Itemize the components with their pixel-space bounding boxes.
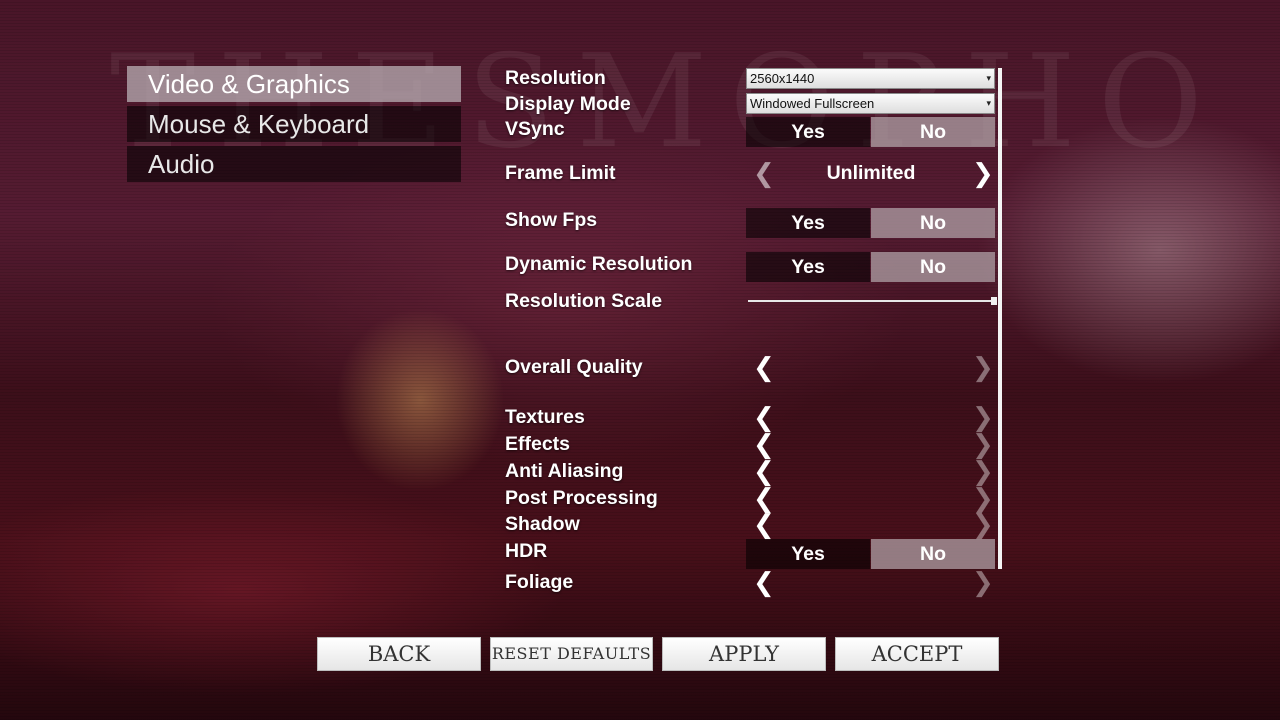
menu-item-mouse-keyboard[interactable]: Mouse & Keyboard [127,106,461,142]
dynamic-resolution-no-button[interactable]: No [871,252,995,282]
foliage-left-arrow-icon[interactable]: ❮ [753,570,775,596]
hdr-yes-button[interactable]: Yes [746,539,870,569]
apply-button[interactable]: APPLY [662,637,826,671]
show-fps-no-button[interactable]: No [871,208,995,238]
caret-down-icon: ▾ [986,73,991,83]
back-button[interactable]: BACK [317,637,481,671]
vsync-toggle: Yes No [746,117,995,147]
hdr-toggle: Yes No [746,539,995,569]
show-fps-toggle: Yes No [746,208,995,238]
foliage-label: Foliage [505,571,574,593]
caret-down-icon: ▾ [986,98,991,108]
dynamic-resolution-yes-button[interactable]: Yes [746,252,870,282]
menu-item-video-graphics[interactable]: Video & Graphics [127,66,461,102]
frame-limit-right-arrow-icon[interactable]: ❯ [972,161,994,187]
display-mode-label: Display Mode [505,93,631,115]
dynamic-resolution-label: Dynamic Resolution [505,253,693,275]
hdr-no-button[interactable]: No [871,539,995,569]
resolution-value: 2560x1440 [750,71,815,86]
vsync-label: VSync [505,118,565,140]
foliage-right-arrow-icon[interactable]: ❯ [972,570,994,596]
menu-item-audio[interactable]: Audio [127,146,461,182]
shadow-left-arrow-icon[interactable]: ❮ [753,512,775,538]
resolution-label: Resolution [505,67,606,89]
show-fps-yes-button[interactable]: Yes [746,208,870,238]
vsync-yes-button[interactable]: Yes [746,117,870,147]
effects-right-arrow-icon[interactable]: ❯ [972,432,994,458]
reset-defaults-button[interactable]: RESET DEFAULTS [490,637,653,671]
overall-quality-label: Overall Quality [505,356,643,378]
post-processing-label: Post Processing [505,487,658,509]
frame-limit-value: Unlimited [826,162,916,184]
accept-button[interactable]: ACCEPT [835,637,999,671]
effects-left-arrow-icon[interactable]: ❮ [753,432,775,458]
anti-aliasing-right-arrow-icon[interactable]: ❯ [972,459,994,485]
textures-left-arrow-icon[interactable]: ❮ [753,405,775,431]
display-mode-value: Windowed Fullscreen [750,96,875,111]
resolution-dropdown[interactable]: 2560x1440 ▾ [746,68,995,89]
vsync-no-button[interactable]: No [871,117,995,147]
anti-aliasing-label: Anti Aliasing [505,460,624,482]
frame-limit-left-arrow-icon[interactable]: ❮ [753,161,775,187]
show-fps-label: Show Fps [505,209,598,231]
overall-quality-left-arrow-icon[interactable]: ❮ [753,355,775,381]
display-mode-dropdown[interactable]: Windowed Fullscreen ▾ [746,93,995,114]
post-processing-right-arrow-icon[interactable]: ❯ [972,486,994,512]
effects-label: Effects [505,433,571,455]
textures-label: Textures [505,406,585,428]
resolution-scale-slider-handle[interactable] [991,297,997,305]
hdr-label: HDR [505,540,548,562]
anti-aliasing-left-arrow-icon[interactable]: ❮ [753,459,775,485]
dynamic-resolution-toggle: Yes No [746,252,995,282]
textures-right-arrow-icon[interactable]: ❯ [972,405,994,431]
resolution-scale-slider[interactable] [748,300,996,302]
overall-quality-right-arrow-icon[interactable]: ❯ [972,355,994,381]
resolution-scale-label: Resolution Scale [505,290,663,312]
frame-limit-label: Frame Limit [505,162,616,184]
shadow-label: Shadow [505,513,580,535]
shadow-right-arrow-icon[interactable]: ❯ [972,512,994,538]
settings-scrollbar[interactable] [998,68,1002,569]
settings-panel: Resolution 2560x1440 ▾ Display Mode Wind… [490,62,1010,597]
post-processing-left-arrow-icon[interactable]: ❮ [753,486,775,512]
